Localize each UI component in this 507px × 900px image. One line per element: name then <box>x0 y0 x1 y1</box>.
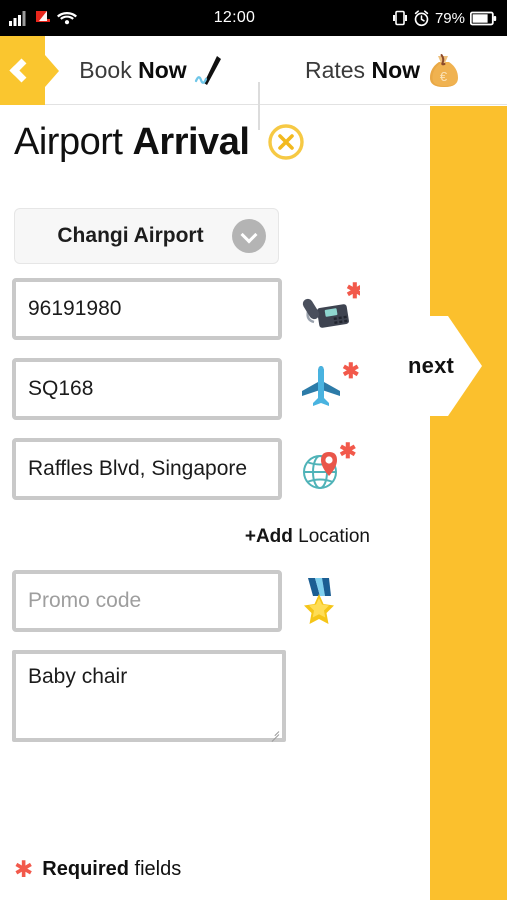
status-bar-right-icons: 79% <box>392 10 507 27</box>
svg-text:✱: ✱ <box>342 362 360 383</box>
flight-input-value: SQ168 <box>28 377 94 400</box>
status-bar-left-icons <box>0 10 77 26</box>
required-fields-text: Required fields <box>42 858 182 880</box>
status-bar-clock-wrap: 12:00 <box>77 9 392 27</box>
add-location-regular: Location <box>292 526 370 547</box>
close-circle-icon[interactable] <box>267 123 305 161</box>
tab-rates-now[interactable]: Rates Now € <box>259 36 507 105</box>
status-bar: 12:00 79% <box>0 0 507 36</box>
svg-text:€: € <box>440 69 448 84</box>
booking-form: Changi Airport 96191980 ✱ SQ168 ✱ Raffle… <box>0 180 430 746</box>
globe-pin-icon: ✱ <box>303 440 357 489</box>
money-bag-icon: € <box>430 53 459 87</box>
pen-signature-icon <box>194 55 221 85</box>
page-title-text: Airport Arrival <box>14 120 250 163</box>
promo-input-placeholder: Promo code <box>28 589 142 612</box>
alarm-icon <box>414 9 429 26</box>
wifi-icon <box>57 12 77 25</box>
telephone-icon: ✱ <box>302 280 364 328</box>
right-yellow-panel <box>430 106 507 900</box>
tab-book-now[interactable]: Book Now <box>45 36 258 105</box>
svg-text:✱: ✱ <box>346 282 360 303</box>
address-input[interactable]: Raffles Blvd, Singapore <box>12 438 282 500</box>
remarks-textarea-value: Baby chair <box>28 665 128 688</box>
airport-select[interactable]: Changi Airport <box>14 208 279 264</box>
remarks-textarea[interactable]: Baby chair <box>12 650 286 742</box>
battery-percent-label: 79% <box>434 9 465 27</box>
telephone-icon-wrap: ✱ <box>298 280 364 338</box>
medal-star-icon-wrap <box>300 574 362 630</box>
resize-handle-icon[interactable] <box>268 725 280 742</box>
tab-rates-now-label: Rates Now <box>304 57 421 83</box>
airplane-icon: ✱ <box>302 360 360 406</box>
tab-book-now-label: Book Now <box>79 57 187 83</box>
svg-text:✱: ✱ <box>339 442 357 463</box>
globe-pin-icon-wrap: ✱ <box>298 440 360 498</box>
back-button[interactable] <box>0 36 59 105</box>
form-row-remarks: Baby chair <box>0 650 430 746</box>
top-tab-bar: Book Now Rates Now € <box>0 36 507 130</box>
form-row-flight: SQ168 ✱ <box>0 358 430 424</box>
promo-input[interactable]: Promo code <box>12 570 282 632</box>
sim-alert-icon <box>36 11 50 22</box>
signal-icon <box>9 11 26 26</box>
form-row-address: Raffles Blvd, Singapore ✱ <box>0 438 430 504</box>
status-bar-clock: 12:00 <box>213 9 256 26</box>
form-row-phone: 96191980 ✱ <box>0 278 430 344</box>
required-asterisk-icon: ✱ <box>14 856 34 882</box>
flight-input[interactable]: SQ168 <box>12 358 282 420</box>
phone-input[interactable]: 96191980 <box>12 278 282 340</box>
phone-input-value: 96191980 <box>28 297 122 320</box>
airplane-icon-wrap: ✱ <box>298 360 360 418</box>
page-title: Airport Arrival <box>14 112 414 172</box>
battery-icon <box>470 11 497 25</box>
address-input-value: Raffles Blvd, Singapore <box>28 457 248 480</box>
required-fields-note: ✱ Required fields <box>14 858 181 881</box>
add-location-bold: +Add <box>244 526 293 547</box>
vibrate-icon <box>392 10 407 26</box>
form-row-promo: Promo code <box>0 570 430 636</box>
chevron-down-circle-icon <box>232 219 266 253</box>
airport-select-value: Changi Airport <box>57 224 204 247</box>
chevron-left-icon <box>9 57 34 83</box>
medal-star-icon <box>304 578 334 624</box>
add-location-link[interactable]: +Add Location <box>0 526 370 548</box>
